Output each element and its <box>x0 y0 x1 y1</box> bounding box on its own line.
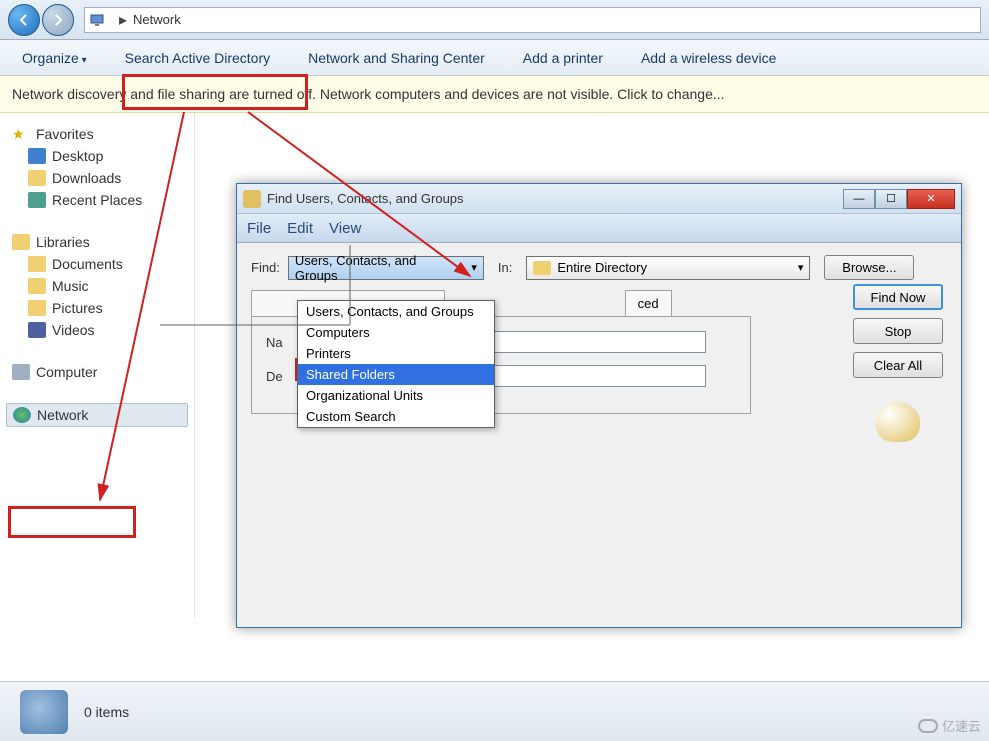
forward-button[interactable] <box>42 4 74 36</box>
name-label: Na <box>266 335 300 350</box>
maximize-button[interactable]: ☐ <box>875 189 907 209</box>
dialog-title: Find Users, Contacts, and Groups <box>267 191 843 206</box>
status-text: 0 items <box>84 704 129 720</box>
dialog-titlebar: Find Users, Contacts, and Groups — ☐ ✕ <box>237 184 961 214</box>
sidebar-videos[interactable]: Videos <box>6 319 188 341</box>
dialog-actions: Find Now Stop Clear All <box>853 284 943 442</box>
in-combobox[interactable]: Entire Directory <box>526 256 810 280</box>
description-label: De <box>266 369 300 384</box>
find-dropdown: Users, Contacts, and Groups Computers Pr… <box>297 300 495 428</box>
libraries-header[interactable]: Libraries <box>6 231 188 253</box>
dropdown-item-ou[interactable]: Organizational Units <box>298 385 494 406</box>
stop-button[interactable]: Stop <box>853 318 943 344</box>
dropdown-item-users[interactable]: Users, Contacts, and Groups <box>298 301 494 322</box>
sidebar-music[interactable]: Music <box>6 275 188 297</box>
sidebar-network[interactable]: Network <box>6 403 188 427</box>
add-wireless-device[interactable]: Add a wireless device <box>637 44 780 72</box>
back-button[interactable] <box>8 4 40 36</box>
tab-advanced[interactable]: ced <box>625 290 672 316</box>
sidebar-recent-places[interactable]: Recent Places <box>6 189 188 211</box>
in-label: In: <box>498 260 512 275</box>
sidebar-documents[interactable]: Documents <box>6 253 188 275</box>
dialog-menu-bar: File Edit View <box>237 214 961 243</box>
command-toolbar: Organize Search Active Directory Network… <box>0 40 989 76</box>
status-network-icon <box>20 690 68 734</box>
find-label: Find: <box>251 260 280 275</box>
organize-menu[interactable]: Organize <box>18 44 91 72</box>
sidebar-pictures[interactable]: Pictures <box>6 297 188 319</box>
sidebar-desktop[interactable]: Desktop <box>6 145 188 167</box>
favorites-header[interactable]: ★Favorites <box>6 123 188 145</box>
search-glyph-icon <box>876 402 920 442</box>
notification-bar[interactable]: Network discovery and file sharing are t… <box>0 76 989 113</box>
directory-icon <box>533 261 551 275</box>
navigation-pane: ★Favorites Desktop Downloads Recent Plac… <box>0 113 195 618</box>
sidebar-downloads[interactable]: Downloads <box>6 167 188 189</box>
breadcrumb-location: Network <box>133 12 181 27</box>
description-input[interactable] <box>478 365 706 387</box>
cloud-icon <box>918 719 938 733</box>
navigation-bar: ▸ Network <box>0 0 989 40</box>
menu-edit[interactable]: Edit <box>287 220 313 237</box>
dropdown-item-printers[interactable]: Printers <box>298 343 494 364</box>
menu-view[interactable]: View <box>329 220 361 237</box>
sidebar-computer[interactable]: Computer <box>6 361 188 383</box>
clear-all-button[interactable]: Clear All <box>853 352 943 378</box>
menu-file[interactable]: File <box>247 220 271 237</box>
dropdown-item-shared-folders[interactable]: Shared Folders <box>298 364 494 385</box>
network-sharing-center[interactable]: Network and Sharing Center <box>304 44 489 72</box>
find-now-button[interactable]: Find Now <box>853 284 943 310</box>
status-bar: 0 items <box>0 681 989 741</box>
add-printer[interactable]: Add a printer <box>519 44 607 72</box>
minimize-button[interactable]: — <box>843 189 875 209</box>
dialog-icon <box>243 190 261 208</box>
dropdown-item-custom[interactable]: Custom Search <box>298 406 494 427</box>
browse-button[interactable]: Browse... <box>824 255 914 280</box>
dropdown-item-computers[interactable]: Computers <box>298 322 494 343</box>
close-button[interactable]: ✕ <box>907 189 955 209</box>
search-active-directory[interactable]: Search Active Directory <box>121 44 275 72</box>
find-combobox[interactable]: Users, Contacts, and Groups <box>288 256 484 280</box>
arrow-left-icon <box>17 13 31 27</box>
network-icon <box>89 11 107 29</box>
watermark: 亿速云 <box>918 716 981 735</box>
address-bar[interactable]: ▸ Network <box>84 7 981 33</box>
name-input[interactable] <box>478 331 706 353</box>
arrow-right-icon <box>51 13 65 27</box>
breadcrumb-separator: ▸ <box>119 10 127 30</box>
